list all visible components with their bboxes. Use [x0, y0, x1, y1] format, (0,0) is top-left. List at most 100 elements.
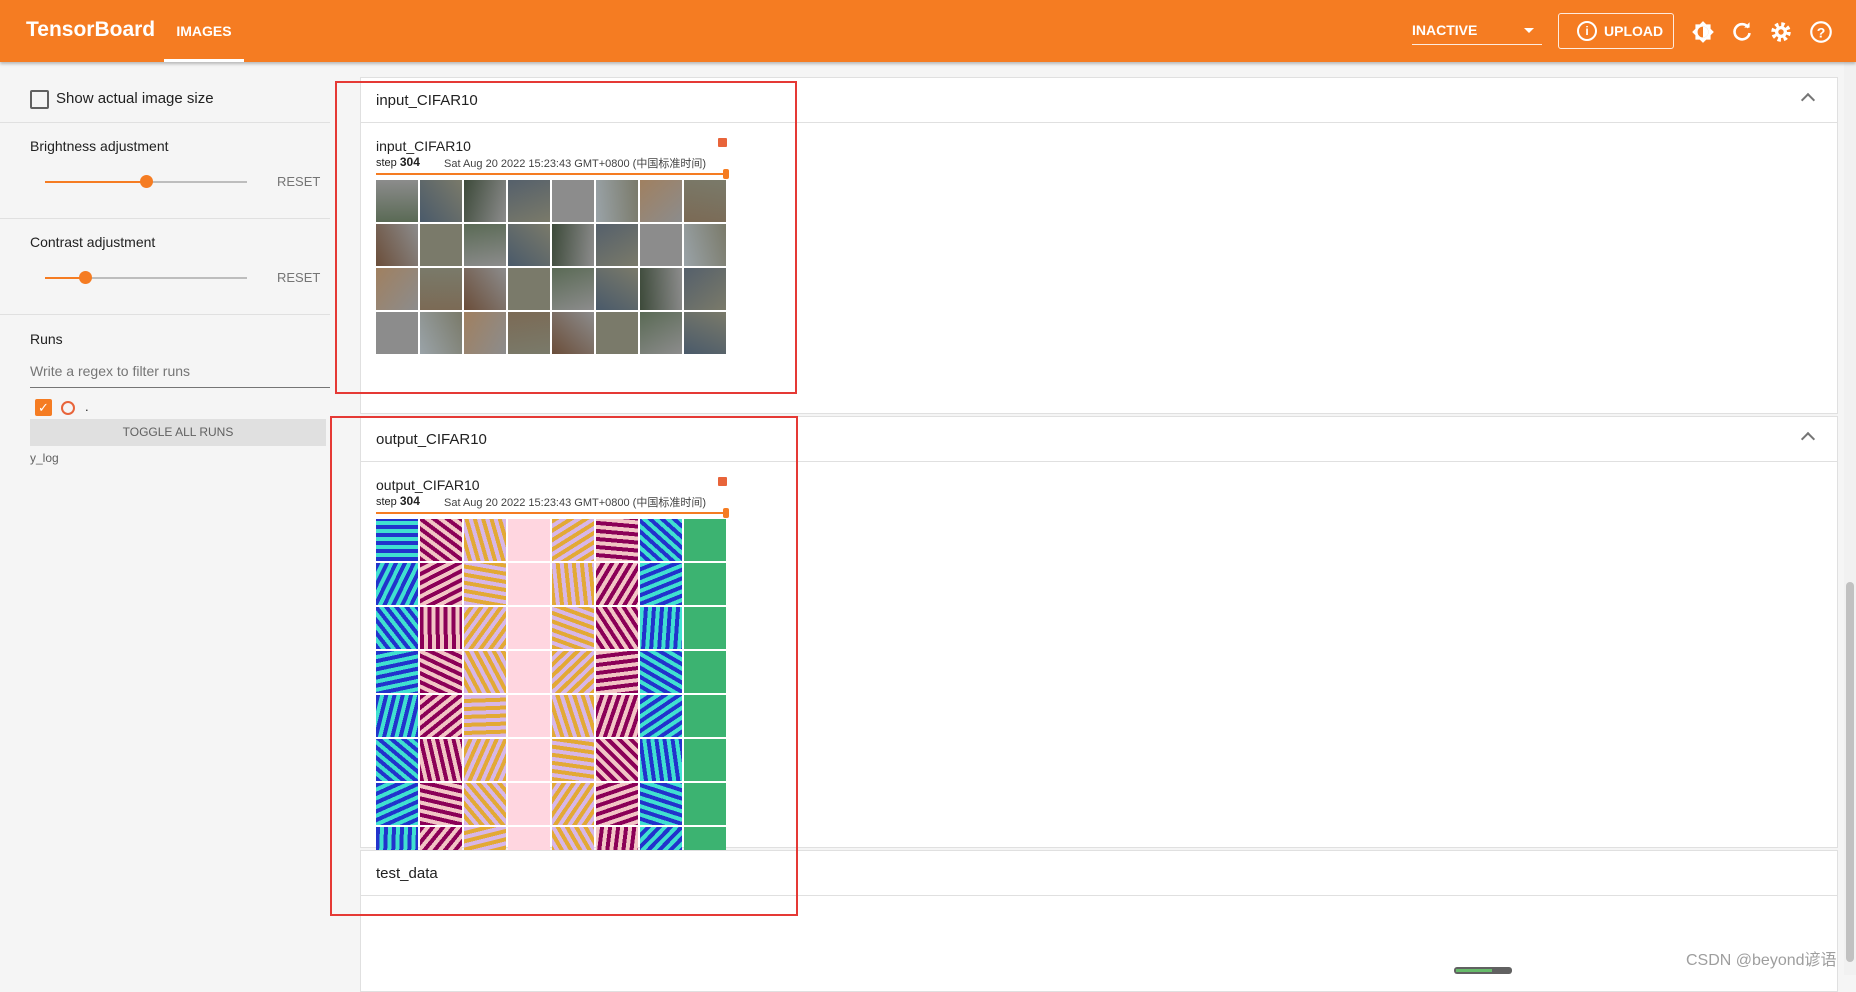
- image-thumbnail: [508, 651, 550, 693]
- runs-title: Runs: [30, 331, 63, 347]
- image-thumbnail: [420, 563, 462, 605]
- image-thumbnail: [684, 180, 726, 222]
- image-thumbnail: [640, 268, 682, 310]
- image-thumbnail: [464, 224, 506, 266]
- image-thumbnail: [420, 739, 462, 781]
- upload-button[interactable]: i UPLOAD: [1558, 13, 1674, 49]
- step-slider[interactable]: [376, 508, 729, 518]
- card-title: output_CIFAR10: [376, 477, 480, 493]
- help-icon[interactable]: ?: [1808, 19, 1834, 45]
- image-thumbnail: [376, 783, 418, 825]
- divider: [0, 314, 330, 315]
- image-thumbnail: [420, 651, 462, 693]
- svg-text:?: ?: [1817, 24, 1826, 40]
- image-thumbnail: [508, 224, 550, 266]
- step-slider-thumb[interactable]: [723, 169, 729, 179]
- image-thumbnail: [376, 268, 418, 310]
- image-thumbnail: [596, 312, 638, 354]
- expand-icon[interactable]: [718, 138, 727, 147]
- image-thumbnail: [684, 651, 726, 693]
- chevron-up-icon[interactable]: [1800, 92, 1816, 108]
- image-thumbnail: [640, 180, 682, 222]
- loading-progress-fill: [1456, 969, 1492, 972]
- page-scrollbar[interactable]: [1844, 62, 1856, 975]
- scrollbar-thumb[interactable]: [1846, 582, 1854, 962]
- image-thumbnail: [640, 224, 682, 266]
- step-value: 304: [399, 494, 420, 508]
- panel-header[interactable]: output_CIFAR10: [361, 417, 1837, 462]
- theme-icon[interactable]: [1690, 19, 1716, 45]
- image-thumbnail: [552, 268, 594, 310]
- image-thumbnail: [420, 783, 462, 825]
- wall-time: Sat Aug 20 2022 15:23:43 GMT+0800 (中国标准时…: [444, 497, 706, 509]
- image-thumbnail: [464, 607, 506, 649]
- settings-icon[interactable]: [1768, 19, 1794, 45]
- wall-time: Sat Aug 20 2022 15:23:43 GMT+0800 (中国标准时…: [444, 158, 706, 170]
- image-thumbnail: [420, 607, 462, 649]
- tab-images[interactable]: IMAGES: [164, 0, 244, 62]
- image-thumbnail: [684, 563, 726, 605]
- card-title: input_CIFAR10: [376, 138, 471, 154]
- image-thumbnail: [684, 695, 726, 737]
- tag-panel-test-data: test_data: [360, 850, 1838, 992]
- image-thumbnail: [552, 519, 594, 561]
- image-thumbnail: [464, 563, 506, 605]
- run-checkbox[interactable]: ✓: [35, 399, 52, 416]
- image-grid: [376, 180, 726, 354]
- image-thumbnail: [684, 519, 726, 561]
- image-thumbnail: [684, 224, 726, 266]
- info-icon: i: [1577, 21, 1597, 41]
- image-thumbnail: [596, 695, 638, 737]
- show-actual-size-label: Show actual image size: [56, 90, 214, 107]
- tag-filter-text: y_log: [30, 451, 59, 465]
- contrast-reset-button[interactable]: RESET: [277, 270, 320, 285]
- image-thumbnail: [508, 312, 550, 354]
- image-thumbnail: [552, 312, 594, 354]
- run-filter-input[interactable]: [30, 355, 330, 388]
- image-thumbnail: [464, 180, 506, 222]
- reload-status-select[interactable]: INACTIVE: [1412, 18, 1542, 45]
- image-thumbnail: [376, 519, 418, 561]
- image-thumbnail: [552, 607, 594, 649]
- contrast-slider-thumb[interactable]: [79, 271, 93, 284]
- show-actual-size-checkbox[interactable]: [30, 90, 49, 109]
- panel-header[interactable]: test_data: [361, 851, 1837, 896]
- step-slider[interactable]: [376, 169, 729, 179]
- image-thumbnail: [508, 739, 550, 781]
- refresh-icon[interactable]: [1729, 19, 1755, 45]
- image-thumbnail: [420, 519, 462, 561]
- image-thumbnail: [596, 783, 638, 825]
- contrast-slider[interactable]: [45, 271, 247, 284]
- expand-icon[interactable]: [718, 477, 727, 486]
- tab-images-label: IMAGES: [176, 23, 232, 39]
- step-slider-thumb[interactable]: [723, 508, 729, 518]
- toggle-all-runs-button[interactable]: TOGGLE ALL RUNS: [30, 419, 326, 446]
- image-thumbnail: [464, 312, 506, 354]
- divider: [0, 218, 330, 219]
- image-thumbnail: [552, 783, 594, 825]
- image-thumbnail: [508, 607, 550, 649]
- chevron-down-icon: [1524, 28, 1534, 33]
- brightness-slider[interactable]: [45, 175, 247, 188]
- image-thumbnail: [552, 739, 594, 781]
- image-thumbnail: [596, 180, 638, 222]
- image-thumbnail: [552, 563, 594, 605]
- image-thumbnail: [596, 739, 638, 781]
- image-thumbnail: [596, 651, 638, 693]
- image-thumbnail: [596, 224, 638, 266]
- main-content: input_CIFAR10 input_CIFAR10 step 304 Sat…: [360, 62, 1838, 992]
- image-thumbnail: [508, 563, 550, 605]
- brightness-label: Brightness adjustment: [30, 138, 169, 154]
- brightness-slider-fill: [45, 181, 146, 183]
- run-name: .: [85, 399, 89, 414]
- panel-title: input_CIFAR10: [376, 92, 478, 109]
- loading-progress: [1454, 967, 1512, 974]
- image-thumbnail: [552, 224, 594, 266]
- image-thumbnail: [508, 783, 550, 825]
- chevron-up-icon[interactable]: [1800, 431, 1816, 447]
- brightness-reset-button[interactable]: RESET: [277, 174, 320, 189]
- panel-header[interactable]: input_CIFAR10: [361, 78, 1837, 123]
- image-thumbnail: [684, 607, 726, 649]
- image-thumbnail: [552, 695, 594, 737]
- brightness-slider-thumb[interactable]: [140, 175, 153, 188]
